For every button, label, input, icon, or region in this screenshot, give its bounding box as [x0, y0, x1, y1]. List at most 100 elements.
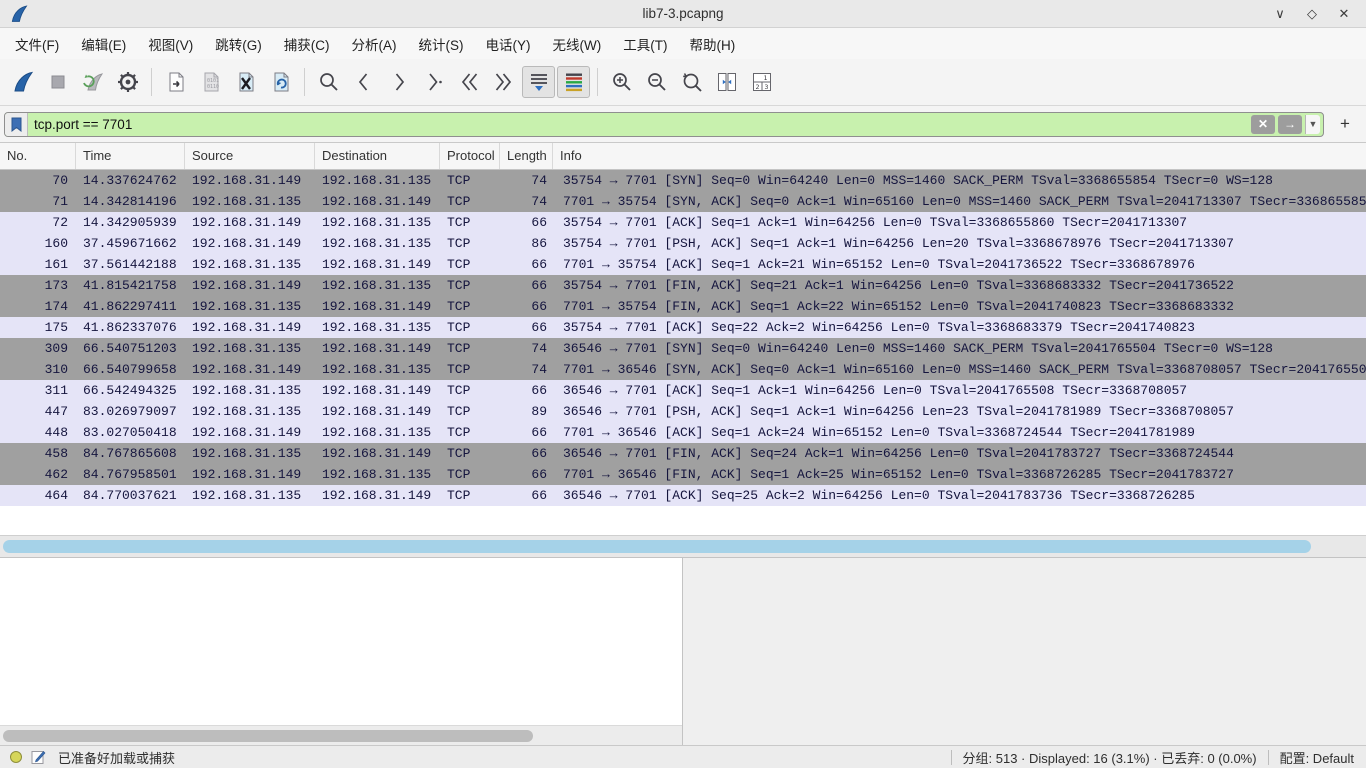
details-hscrollbar[interactable]	[0, 725, 682, 745]
cell-time: 83.026979097	[76, 401, 185, 422]
capture-comment-icon[interactable]	[30, 749, 46, 765]
cell-no: 310	[0, 359, 76, 380]
maximize-button[interactable]: ◇	[1300, 4, 1324, 24]
status-separator	[951, 750, 952, 765]
first-packet-button[interactable]	[452, 66, 485, 98]
cell-no: 161	[0, 254, 76, 275]
packet-row[interactable]: 17441.862297411192.168.31.135192.168.31.…	[0, 296, 1366, 317]
menu-go[interactable]: 跳转(G)	[204, 29, 273, 59]
zoom-reset-button[interactable]	[675, 66, 708, 98]
chevron-right-icon	[387, 70, 411, 94]
menu-statistics[interactable]: 统计(S)	[408, 29, 475, 59]
reload-file-button[interactable]	[264, 66, 297, 98]
packet-row[interactable]: 30966.540751203192.168.31.135192.168.31.…	[0, 338, 1366, 359]
stop-capture-button[interactable]	[41, 66, 74, 98]
start-capture-button[interactable]	[6, 66, 39, 98]
status-right-group: 分组: 513 · Displayed: 16 (3.1%) · 已丢弃: 0 …	[940, 748, 1366, 767]
go-forward-button[interactable]	[382, 66, 415, 98]
packet-list-hscrollbar-thumb[interactable]	[3, 540, 1311, 553]
menu-analyze[interactable]: 分析(A)	[341, 29, 408, 59]
menu-edit[interactable]: 编辑(E)	[70, 29, 137, 59]
status-ready-text: 已准备好加载或捕获	[58, 748, 175, 767]
cell-info: 35754 → 7701 [SYN] Seq=0 Win=64240 Len=0…	[553, 170, 1366, 191]
colorize-toggle[interactable]	[557, 66, 590, 98]
cell-destination: 192.168.31.149	[315, 296, 440, 317]
cell-destination: 192.168.31.135	[315, 317, 440, 338]
cell-destination: 192.168.31.135	[315, 212, 440, 233]
menu-capture[interactable]: 捕获(C)	[273, 29, 341, 59]
packet-list-hscrollbar[interactable]	[0, 535, 1366, 557]
find-packet-button[interactable]	[312, 66, 345, 98]
cell-no: 458	[0, 443, 76, 464]
svg-text:3: 3	[764, 83, 768, 91]
cell-no: 72	[0, 212, 76, 233]
packet-row[interactable]: 46284.767958501192.168.31.149192.168.31.…	[0, 464, 1366, 485]
column-layout-button[interactable]: 123	[745, 66, 778, 98]
open-file-button[interactable]	[159, 66, 192, 98]
menu-view[interactable]: 视图(V)	[137, 29, 204, 59]
restart-fin-icon	[81, 70, 105, 94]
filter-bookmark-button[interactable]	[5, 113, 28, 136]
go-to-packet-button[interactable]	[417, 66, 450, 98]
cell-info: 7701 → 36546 [SYN, ACK] Seq=0 Ack=1 Win=…	[553, 359, 1366, 380]
profile-selector[interactable]: 配置: Default	[1280, 748, 1366, 767]
packet-row[interactable]: 45884.767865608192.168.31.135192.168.31.…	[0, 443, 1366, 464]
packet-row[interactable]: 44883.027050418192.168.31.149192.168.31.…	[0, 422, 1366, 443]
packet-row[interactable]: 31166.542494325192.168.31.135192.168.31.…	[0, 380, 1366, 401]
menu-file[interactable]: 文件(F)	[4, 29, 70, 59]
column-header-protocol[interactable]: Protocol	[440, 143, 500, 169]
go-back-button[interactable]	[347, 66, 380, 98]
auto-scroll-toggle[interactable]	[522, 66, 555, 98]
cell-length: 66	[500, 464, 553, 485]
column-header-source[interactable]: Source	[185, 143, 315, 169]
restart-capture-button[interactable]	[76, 66, 109, 98]
zoom-in-button[interactable]	[605, 66, 638, 98]
details-hscrollbar-thumb[interactable]	[3, 730, 533, 742]
menu-telephony[interactable]: 电话(Y)	[475, 29, 542, 59]
packet-row[interactable]: 7114.342814196192.168.31.135192.168.31.1…	[0, 191, 1366, 212]
packet-row[interactable]: 17341.815421758192.168.31.149192.168.31.…	[0, 275, 1366, 296]
close-button[interactable]: ✕	[1332, 4, 1356, 24]
column-header-no[interactable]: No.	[0, 143, 76, 169]
packet-row[interactable]: 7014.337624762192.168.31.149192.168.31.1…	[0, 170, 1366, 191]
packet-row[interactable]: 7214.342905939192.168.31.149192.168.31.1…	[0, 212, 1366, 233]
cell-source: 192.168.31.135	[185, 191, 315, 212]
column-header-time[interactable]: Time	[76, 143, 185, 169]
last-packet-button[interactable]	[487, 66, 520, 98]
packet-row[interactable]: 31066.540799658192.168.31.149192.168.31.…	[0, 359, 1366, 380]
capture-options-button[interactable]	[111, 66, 144, 98]
packet-row[interactable]: 44783.026979097192.168.31.135192.168.31.…	[0, 401, 1366, 422]
packet-row[interactable]: 16037.459671662192.168.31.149192.168.31.…	[0, 233, 1366, 254]
column-header-length[interactable]: Length	[500, 143, 553, 169]
packet-row[interactable]: 17541.862337076192.168.31.149192.168.31.…	[0, 317, 1366, 338]
display-filter-input[interactable]	[28, 117, 1251, 132]
packet-bytes-pane[interactable]	[683, 558, 1366, 745]
resize-columns-button[interactable]	[710, 66, 743, 98]
filter-apply-button[interactable]: →	[1278, 115, 1302, 134]
save-file-button[interactable]: 01010110	[194, 66, 227, 98]
close-file-button[interactable]	[229, 66, 262, 98]
cell-length: 66	[500, 296, 553, 317]
zoom-in-icon	[610, 70, 634, 94]
expert-info-icon[interactable]	[10, 751, 22, 763]
cell-source: 192.168.31.149	[185, 464, 315, 485]
filter-dropdown-button[interactable]: ▼	[1305, 115, 1320, 134]
cell-source: 192.168.31.135	[185, 254, 315, 275]
filter-clear-button[interactable]: ✕	[1251, 115, 1275, 134]
column-header-destination[interactable]: Destination	[315, 143, 440, 169]
menu-tools[interactable]: 工具(T)	[612, 29, 678, 59]
minimize-button[interactable]: ∨	[1268, 4, 1292, 24]
cell-length: 66	[500, 275, 553, 296]
packet-row[interactable]: 46484.770037621192.168.31.135192.168.31.…	[0, 485, 1366, 506]
filter-add-button[interactable]: +	[1332, 114, 1358, 134]
menu-help[interactable]: 帮助(H)	[678, 29, 746, 59]
cell-length: 66	[500, 485, 553, 506]
zoom-out-button[interactable]	[640, 66, 673, 98]
cell-destination: 192.168.31.149	[315, 191, 440, 212]
packet-details-body[interactable]	[0, 558, 682, 725]
menu-wireless[interactable]: 无线(W)	[542, 29, 613, 59]
column-header-info[interactable]: Info	[553, 143, 1366, 169]
cell-protocol: TCP	[440, 380, 500, 401]
cell-no: 309	[0, 338, 76, 359]
packet-row[interactable]: 16137.561442188192.168.31.135192.168.31.…	[0, 254, 1366, 275]
